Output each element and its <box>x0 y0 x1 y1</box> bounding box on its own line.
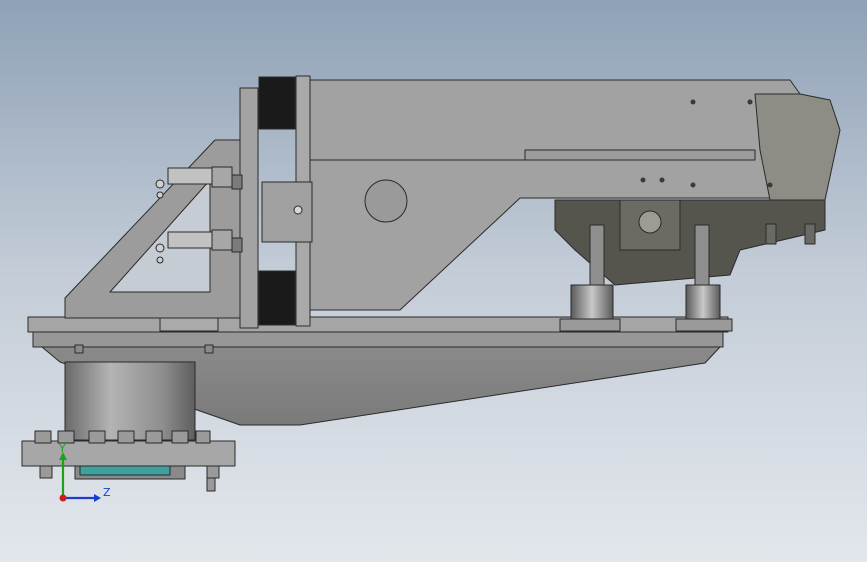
arm-hole <box>364 179 408 223</box>
axis-y-label: Y <box>59 442 66 455</box>
spring-left <box>570 284 614 321</box>
guide-rail <box>261 181 313 243</box>
base-mid-plate <box>32 331 724 348</box>
flange-accent <box>79 465 171 476</box>
rubber-block-bottom <box>258 270 296 326</box>
rubber-block-top <box>258 76 296 130</box>
column-cylinder <box>64 361 196 441</box>
arm-slot <box>524 149 756 161</box>
assembly-model[interactable] <box>0 0 867 562</box>
graphics-viewport[interactable]: Y Z <box>0 0 867 562</box>
flange-plate <box>21 440 236 467</box>
column-top-collar <box>159 317 219 332</box>
base-top-plate <box>27 316 729 333</box>
vertical-side-plate <box>239 87 259 329</box>
spring-right <box>685 284 721 321</box>
triad-origin <box>59 494 67 502</box>
axis-z-label: Z <box>103 486 111 499</box>
